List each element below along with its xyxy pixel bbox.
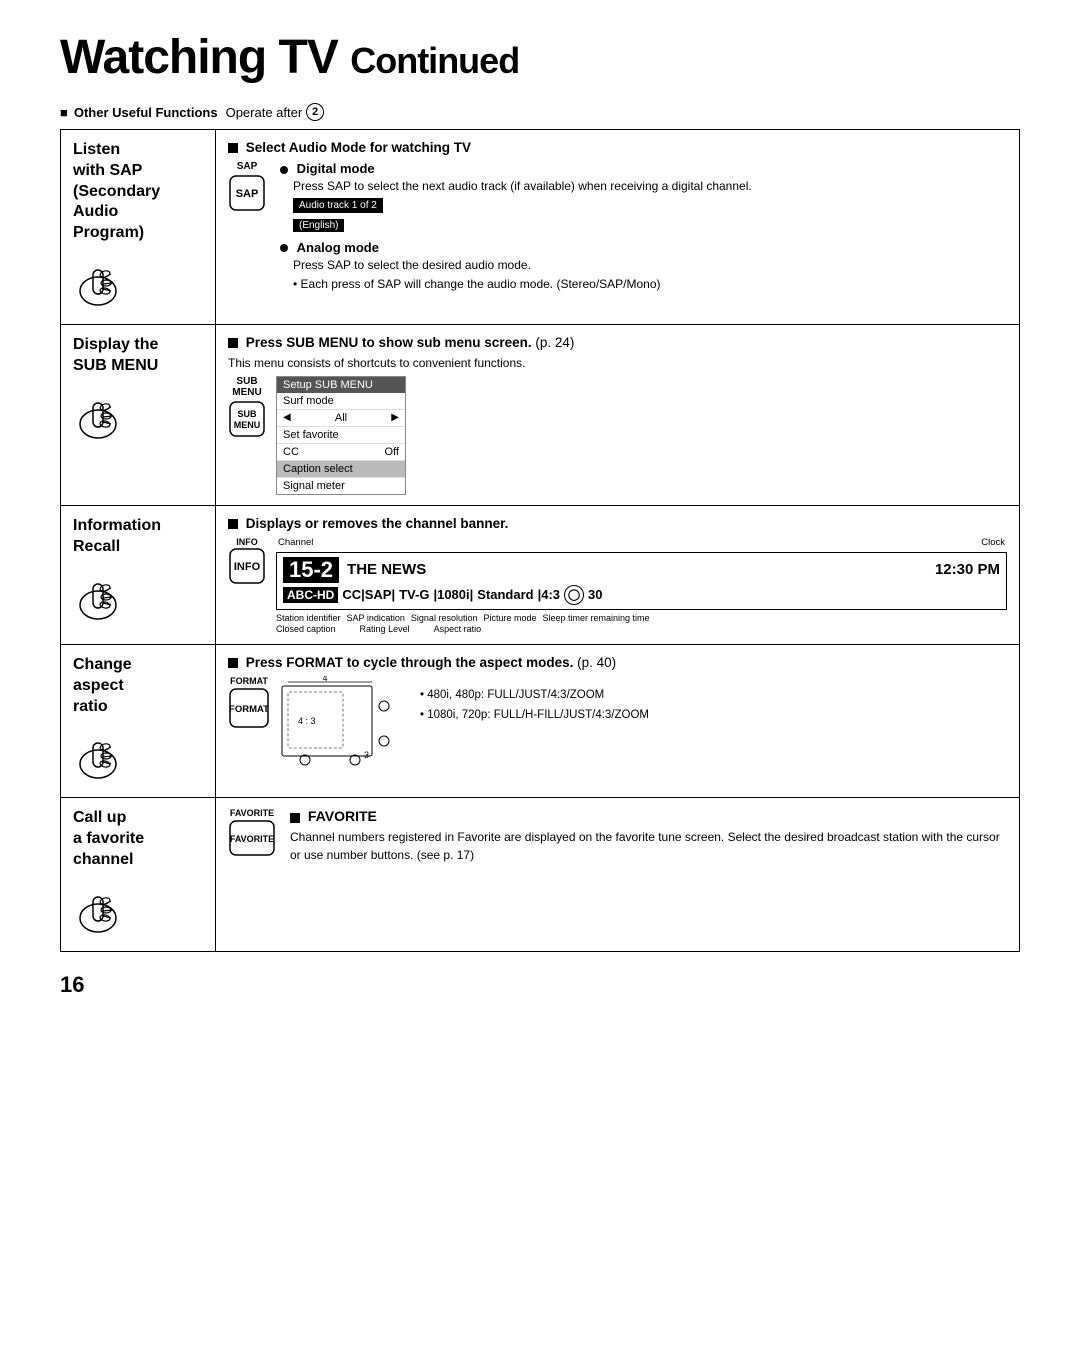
svg-text:FORMAT: FORMAT [229,704,269,715]
fav-remote-icon [73,883,123,941]
page-number: 16 [60,972,1020,998]
digital-mode-block: Digital mode Press SAP to select the nex… [280,161,1007,232]
info-button-col: INFO INFO [228,537,266,588]
submenu-note: This menu consists of shortcuts to conve… [228,356,1007,370]
fav-button-col: FAVORITE FAVORITE [228,808,276,860]
svg-text:4 : 3: 4 : 3 [298,716,316,726]
sap-button-col: SAP SAP [228,161,266,215]
right-cell-aspect: Press FORMAT to cycle through the aspect… [216,644,1020,797]
submenu-section-header: Press SUB MENU to show sub menu screen. … [228,335,1007,350]
channel-banner: 15-2 THE NEWS 12:30 PM ABC-HD CC|SAP| TV… [276,552,1007,610]
submenu-remote-icon [73,389,123,447]
rating-label: Rating Level [360,624,410,634]
info-label-text: Information Recall [73,516,161,558]
right-cell-sap: Select Audio Mode for watching TV SAP SA… [216,130,1020,325]
aspect-ratio-diagram: 4 : 3 4 3 [280,676,410,766]
svg-text:INFO: INFO [234,561,261,573]
svg-text:FAVORITE: FAVORITE [230,834,274,844]
submenu-label-text: Display the SUB MENU [73,335,158,377]
aspect-bullets: • 480i, 480p: FULL/JUST/4:3/ZOOM • 1080i… [420,676,1007,725]
favorite-section-title: FAVORITE [290,808,1007,824]
banner-mid-row: ABC-HD CC|SAP| TV-G |1080i| Standard |4:… [283,585,1000,605]
sap-ind-label: SAP indication [347,613,405,623]
svg-text:SUB: SUB [237,409,257,419]
svg-text:3: 3 [364,750,369,760]
table-row-info: Information Recall [61,505,1020,644]
left-cell-aspect: Change aspect ratio [61,644,216,797]
info-banner-container: Channel Clock 15-2 THE NEWS 12:30 PM [276,537,1007,634]
sap-label-text: Listen with SAP (Secondary Audio Program… [73,140,160,244]
analog-mode-block: Analog mode Press SAP to select the desi… [280,240,1007,293]
table-row-aspect: Change aspect ratio [61,644,1020,797]
fav-label-text: Call up a favorite channel [73,808,144,870]
svg-text:4: 4 [322,676,327,683]
right-cell-submenu: Press SUB MENU to show sub menu screen. … [216,324,1020,505]
aspect-label-text: Change aspect ratio [73,655,132,717]
aspect-remote-icon [73,729,123,787]
closed-caption-label: Closed caption [276,624,336,634]
sub-button-col: SUB MENU SUB MENU [228,376,266,438]
main-table: Listen with SAP (Secondary Audio Program… [60,129,1020,952]
favorite-text: Channel numbers registered in Favorite a… [290,828,1007,864]
submenu-diagram: SUB MENU SUB MENU Setup SUB MENU Surf mo… [228,376,1007,495]
info-remote-icon [73,570,123,628]
page-title: Watching TV Continued [60,30,1020,85]
left-cell-favorite: Call up a favorite channel [61,798,216,951]
right-cell-favorite: FAVORITE FAVORITE FAVORITE Channel numbe… [216,798,1020,951]
format-diagram: FORMAT FORMAT 4 : 3 [228,676,1007,766]
svg-text:SAP: SAP [236,188,259,200]
sub-menu-box: Setup SUB MENU Surf mode ◀ All ▶ Set fav… [276,376,406,495]
sap-section-header: Select Audio Mode for watching TV [228,140,1007,155]
signal-res-label: Signal resolution [411,613,478,623]
picture-mode-label: Picture mode [483,613,536,623]
svg-text:MENU: MENU [234,420,261,430]
right-cell-info: Displays or removes the channel banner. … [216,505,1020,644]
table-row-submenu: Display the SUB MENU [61,324,1020,505]
aspect-section-header: Press FORMAT to cycle through the aspect… [228,655,1007,670]
sap-remote-icon [73,256,123,314]
banner-top-row: 15-2 THE NEWS 12:30 PM [283,557,1000,583]
subtitle-bar: ■ Other Useful Functions Operate after 2 [60,103,1020,121]
sleep-timer-label: Sleep timer remaining time [543,613,650,623]
table-row-listen-sap: Listen with SAP (Secondary Audio Program… [61,130,1020,325]
table-row-favorite: Call up a favorite channel [61,798,1020,951]
left-cell-submenu: Display the SUB MENU [61,324,216,505]
left-cell-info: Information Recall [61,505,216,644]
left-cell-sap: Listen with SAP (Secondary Audio Program… [61,130,216,325]
aspect-ratio-label: Aspect ratio [434,624,482,634]
station-id-label: Station identifier [276,613,341,623]
info-section-header: Displays or removes the channel banner. [228,516,1007,531]
